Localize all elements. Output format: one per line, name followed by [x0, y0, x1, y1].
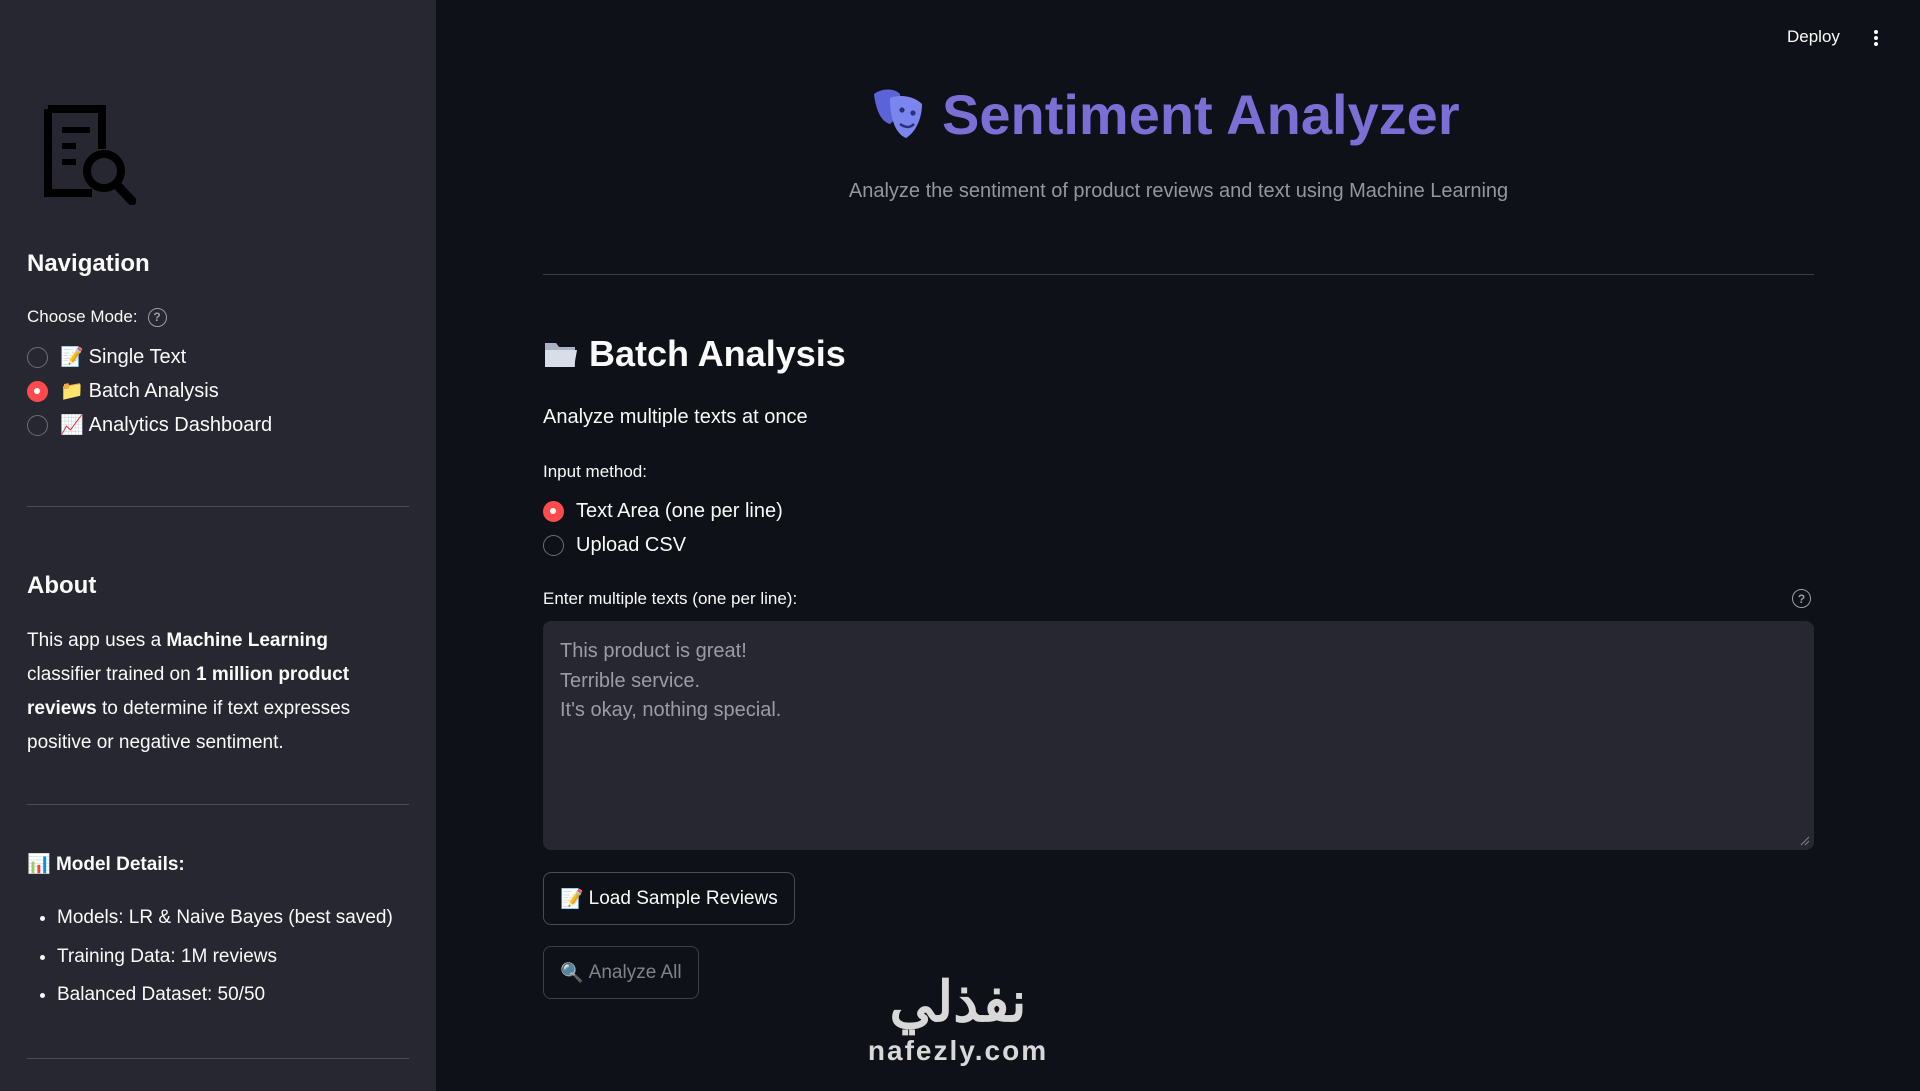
input-method-label: Input method: [543, 462, 647, 481]
mode-option-batch-analysis[interactable]: 📁 Batch Analysis [27, 379, 219, 403]
mode-label: Batch Analysis [88, 379, 219, 402]
sidebar: Navigation Choose Mode: ? 📝 Single Text … [0, 0, 436, 1091]
sidebar-divider [27, 1058, 409, 1059]
section-description: Analyze multiple texts at once [543, 406, 808, 428]
kebab-menu-icon[interactable] [1871, 26, 1881, 50]
bar-chart-icon: 📊 [27, 854, 51, 875]
choose-mode-label: Choose Mode: ? [27, 307, 167, 327]
about-text: This app uses a Machine Learning classif… [27, 630, 351, 753]
radio-button[interactable] [27, 346, 48, 368]
button-label: Analyze All [588, 961, 682, 983]
folder-icon: 📁 [60, 381, 84, 402]
chart-increasing-icon: 📈 [60, 415, 84, 436]
masks-icon [874, 89, 922, 138]
list-item: Balanced Dataset: 50/50 [57, 984, 393, 1023]
textarea-label: Enter multiple texts (one per line): [543, 589, 798, 608]
memo-icon: 📝 [60, 347, 84, 368]
watermark-latin: nafezly.com [867, 1035, 1049, 1066]
magnifier-icon: 🔍 [560, 962, 584, 984]
watermark: نفذلي nafezly.com [848, 970, 1068, 1068]
sidebar-divider [27, 506, 409, 507]
navigation-heading: Navigation [27, 250, 150, 277]
page-title: Sentiment Analyzer [868, 82, 1460, 147]
radio-button[interactable] [543, 535, 564, 556]
input-option-text-area[interactable]: Text Area (one per line) [543, 500, 783, 523]
list-item: Training Data: 1M reviews [57, 946, 393, 985]
radio-button-selected[interactable] [27, 380, 48, 402]
sidebar-divider [27, 804, 409, 805]
mode-label: Single Text [88, 345, 187, 368]
section-heading: Batch Analysis [543, 333, 846, 375]
about-heading: About [27, 572, 97, 599]
help-icon[interactable]: ? [147, 307, 167, 327]
mode-option-single-text[interactable]: 📝 Single Text [27, 345, 186, 369]
radio-button-selected[interactable] [543, 501, 564, 522]
list-item: Models: LR & Naive Bayes (best saved) [57, 907, 393, 946]
input-option-label: Upload CSV [576, 534, 687, 556]
analyze-all-button[interactable]: 🔍 Analyze All [543, 946, 699, 999]
title-text: Sentiment Analyzer [942, 83, 1460, 146]
memo-icon: 📝 [560, 888, 584, 910]
document-search-icon [44, 105, 136, 205]
load-sample-reviews-button[interactable]: 📝 Load Sample Reviews [543, 872, 795, 925]
deploy-button[interactable]: Deploy [1787, 27, 1840, 47]
radio-button[interactable] [27, 414, 48, 436]
model-details-title: 📊 Model Details: [27, 854, 185, 875]
mode-option-analytics-dashboard[interactable]: 📈 Analytics Dashboard [27, 413, 272, 437]
texts-textarea[interactable]: This product is great! Terrible service.… [543, 621, 1814, 850]
mode-label: Analytics Dashboard [88, 413, 273, 436]
input-option-label: Text Area (one per line) [576, 500, 783, 522]
main-divider [543, 274, 1814, 275]
page-subtitle: Analyze the sentiment of product reviews… [848, 180, 1509, 202]
model-details-list: Models: LR & Naive Bayes (best saved) Tr… [57, 907, 393, 1023]
choose-mode-text: Choose Mode: [27, 307, 138, 326]
help-icon[interactable]: ? [1792, 589, 1811, 608]
folder-icon [545, 343, 577, 367]
button-label: Load Sample Reviews [588, 887, 778, 909]
input-option-upload-csv[interactable]: Upload CSV [543, 534, 686, 557]
watermark-arabic: نفذلي [889, 970, 1027, 1033]
resize-handle-icon[interactable] [1800, 836, 1810, 846]
section-title: Batch Analysis [589, 333, 846, 374]
